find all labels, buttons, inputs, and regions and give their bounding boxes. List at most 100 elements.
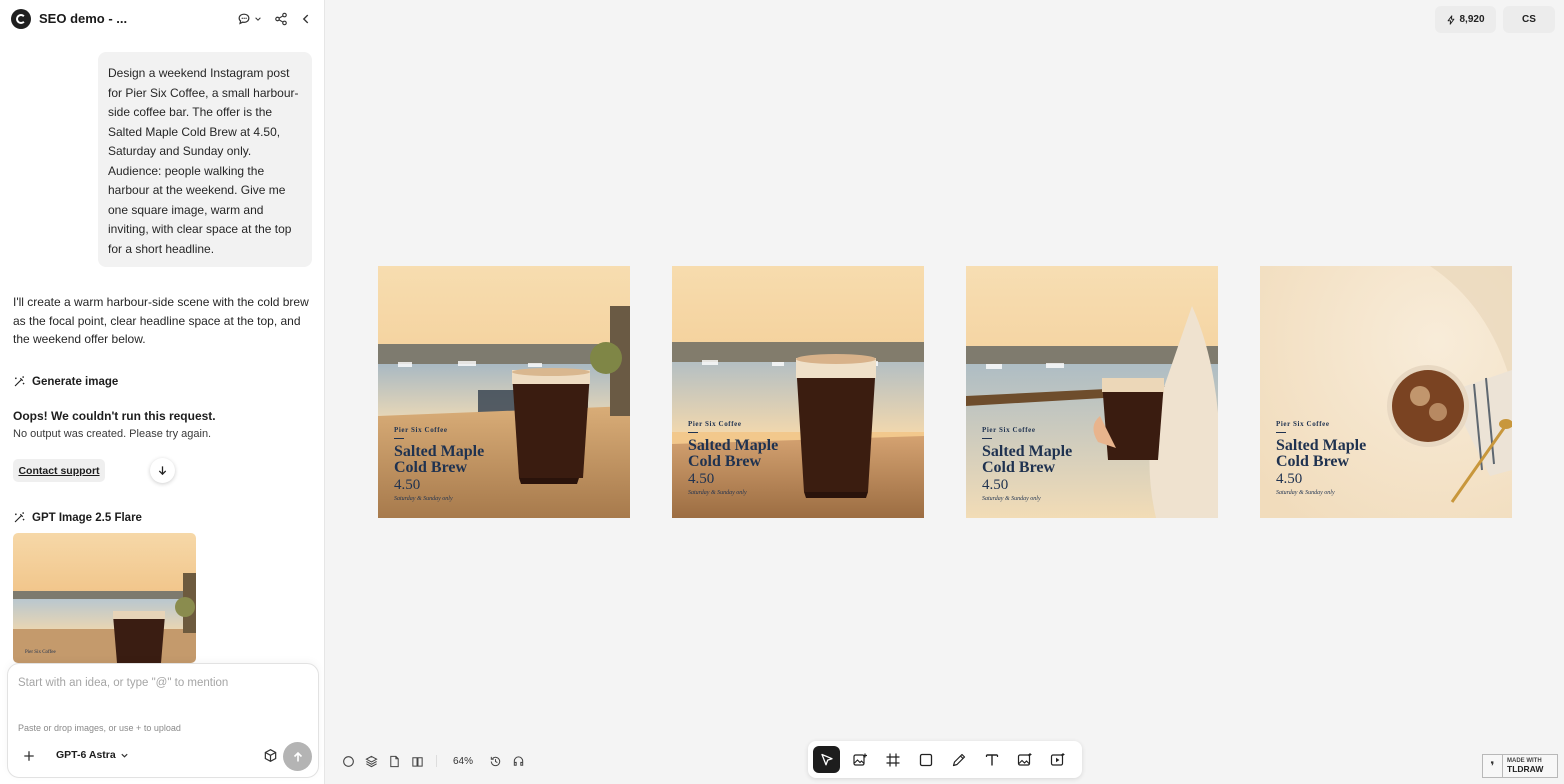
error-subtitle: No output was created. Please try again. (13, 428, 212, 440)
canvas-image-2[interactable]: Pier Six Coffee Salted Maple Cold Brew 4… (672, 266, 924, 518)
history-button[interactable] (487, 753, 503, 769)
pages-button[interactable] (386, 753, 402, 769)
error-title: Oops! We couldn't run this request. (13, 409, 216, 423)
model-selector[interactable]: GPT-6 Astra (56, 749, 129, 761)
user-avatar[interactable]: CS (1503, 6, 1555, 33)
collapse-sidebar-button[interactable] (299, 10, 313, 28)
canvas-image-3[interactable]: Pier Six Coffee Salted Maple Cold Brew 4… (966, 266, 1218, 518)
made-with-text: MADE WITH TLDRAW (1503, 758, 1543, 774)
card-headline-line2: Cold Brew (982, 458, 1056, 476)
canvas-controls: 64% (340, 750, 533, 772)
layers-button[interactable] (363, 753, 379, 769)
user-message: Design a weekend Instagram post for Pier… (98, 52, 312, 267)
scroll-to-bottom-button[interactable] (150, 458, 175, 483)
layers-icon (364, 755, 378, 767)
card-brand: Pier Six Coffee (394, 426, 448, 434)
credits-badge[interactable]: 8,920 (1435, 6, 1496, 33)
text-tool-button[interactable] (978, 746, 1005, 773)
card-overlay-text: Pier Six Coffee Salted Maple Cold Brew 4… (982, 426, 1072, 502)
circle-icon (342, 755, 354, 767)
add-attachment-button[interactable] (20, 747, 38, 765)
image-generate-icon (1017, 752, 1031, 766)
card-brand: Pier Six Coffee (1276, 420, 1330, 428)
tool-call-model[interactable]: GPT Image 2.5 Flare (13, 511, 142, 524)
card-price: 4.50 (1276, 471, 1303, 487)
support-button[interactable] (510, 753, 526, 769)
cube-icon (264, 748, 277, 763)
upload-hint: Paste or drop images, or use + to upload (18, 723, 181, 733)
card-headline-line2: Cold Brew (1276, 452, 1350, 470)
chevron-left-icon (302, 14, 309, 24)
tldraw-logo-icon: ❜ (1483, 755, 1503, 777)
text-icon (985, 753, 998, 765)
prompt-input[interactable] (18, 674, 308, 692)
share-icon (275, 12, 287, 26)
credits-count: 8,920 (1459, 14, 1485, 25)
document-icon (389, 755, 399, 767)
circle-toggle-button[interactable] (340, 753, 356, 769)
magic-wand-icon (14, 512, 25, 523)
card-headline-line1: Salted Maple (982, 443, 1073, 460)
lightning-icon (1448, 14, 1455, 25)
card-overlay-text: Pier Six Coffee Salted Maple Cold Brew 4… (1276, 420, 1366, 496)
chat-composer: Paste or drop images, or use + to upload… (7, 663, 319, 778)
made-with-tldraw-badge[interactable]: ❜ MADE WITH TLDRAW (1482, 754, 1558, 778)
assets-button[interactable] (263, 748, 279, 764)
card-note: Saturday & Sunday only (982, 496, 1041, 502)
book-button[interactable] (409, 753, 425, 769)
book-icon (411, 756, 423, 767)
share-button[interactable] (273, 10, 289, 28)
chevron-down-icon (254, 17, 261, 21)
card-headline-line1: Salted Maple (688, 437, 779, 454)
card-headline-line1: Salted Maple (394, 443, 485, 460)
generated-image-thumbnail[interactable]: Pier Six Coffee (13, 533, 196, 663)
zoom-level[interactable]: 64% (453, 756, 473, 767)
card-headline-line2: Cold Brew (688, 452, 762, 470)
tool-call-generate-image[interactable]: Generate image (13, 375, 118, 388)
made-with-line2: TLDRAW (1507, 764, 1544, 774)
history-icon (490, 756, 500, 766)
app-window: SEO demo - ... Design a weekend Instagra… (0, 0, 1564, 784)
video-generate-tool-button[interactable] (1044, 746, 1071, 773)
image-add-tool-button[interactable] (846, 746, 873, 773)
divider (436, 755, 437, 767)
drawing-toolbar (808, 741, 1082, 778)
model-name: GPT-6 Astra (56, 749, 116, 761)
send-button[interactable] (283, 742, 312, 771)
canvas-image-4[interactable]: Pier Six Coffee Salted Maple Cold Brew 4… (1260, 266, 1512, 518)
contact-support-button[interactable]: Contact support (13, 459, 105, 482)
arrow-down-icon (158, 466, 167, 476)
card-note: Saturday & Sunday only (1276, 490, 1335, 496)
card-headline-line2: Cold Brew (394, 458, 468, 476)
project-title[interactable]: SEO demo - ... (39, 11, 127, 26)
card-note: Saturday & Sunday only (394, 496, 453, 502)
chevron-down-icon (121, 753, 128, 758)
card-note: Saturday & Sunday only (688, 490, 747, 496)
chat-mode-dropdown[interactable] (236, 10, 262, 28)
frame-tool-button[interactable] (879, 746, 906, 773)
image-add-icon (852, 753, 867, 766)
app-logo[interactable] (11, 9, 31, 29)
magic-wand-icon (14, 376, 25, 387)
canvas-image-1[interactable]: Pier Six Coffee Salted Maple Cold Brew 4… (378, 266, 630, 518)
card-overlay-text: Pier Six Coffee Salted Maple Cold Brew 4… (688, 420, 778, 496)
select-tool-button[interactable] (813, 746, 840, 773)
arrow-up-icon (293, 751, 302, 761)
rectangle-icon (919, 753, 932, 766)
plus-icon (24, 751, 34, 761)
svg-text:Pier Six Coffee: Pier Six Coffee (25, 650, 57, 655)
card-price: 4.50 (394, 477, 421, 493)
card-overlay-text: Pier Six Coffee Salted Maple Cold Brew 4… (394, 426, 484, 502)
tool-model-label: GPT Image 2.5 Flare (32, 511, 142, 524)
chat-sidebar: SEO demo - ... Design a weekend Instagra… (0, 0, 325, 784)
tool-call-label: Generate image (32, 375, 119, 388)
rectangle-tool-button[interactable] (912, 746, 939, 773)
sidebar-header: SEO demo - ... (0, 0, 324, 38)
select-icon (820, 753, 833, 765)
card-brand: Pier Six Coffee (688, 420, 742, 428)
chat-bubble-icon (238, 13, 249, 25)
card-price: 4.50 (688, 471, 715, 487)
pencil-tool-button[interactable] (945, 746, 972, 773)
headset-icon (513, 755, 523, 766)
image-generate-tool-button[interactable] (1011, 746, 1038, 773)
